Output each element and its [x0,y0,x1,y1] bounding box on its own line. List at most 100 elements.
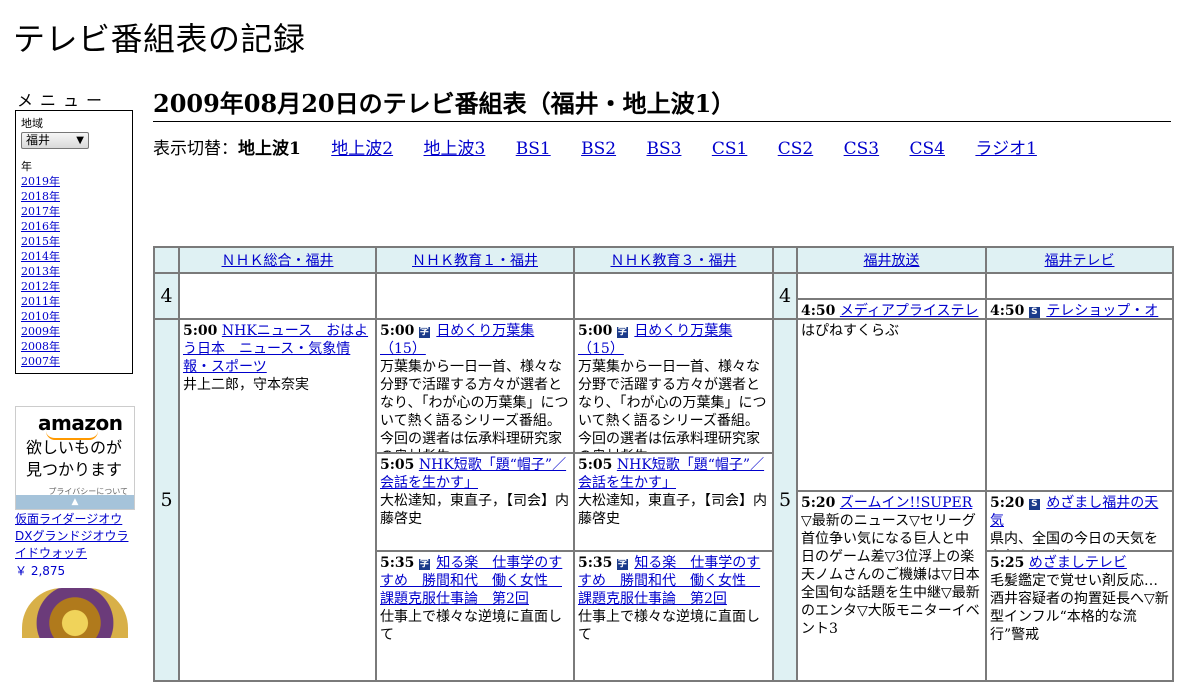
page-title: 2009年08月20日のテレビ番組表（福井・地上波1） [153,84,1171,122]
program-slot: 5:00 字 日めくり万葉集（15） 万葉集から一日一首、様々な分野で活躍する方… [575,320,772,454]
year-link[interactable]: 2009年 [21,325,60,338]
year-link[interactable]: 2018年 [21,190,60,203]
channel-header: ＮＨＫ総合・福井 [178,246,377,274]
program-desc: はぴねすくらぶ [801,323,899,339]
program-time: 5:25 [990,555,1025,571]
program-slot: 5:05 NHK短歌「題“帽子”／会話を生かす」 大松達知，東直子，【司会】内藤… [377,454,573,552]
year-link[interactable]: 2013年 [21,265,60,278]
program-slot: 5:05 NHK短歌「題“帽子”／会話を生かす」 大松達知，東直子，【司会】内藤… [575,454,772,552]
channel-header: 福井放送 [796,246,987,274]
channel-switcher: 表示切替：地上波1 地上波2 地上波3 BS1 BS2 BS3 CS1 CS2 … [153,134,1062,159]
year-link[interactable]: 2012年 [21,280,60,293]
ad-tagline-line2: 見つかります [26,460,123,479]
program-desc: 万葉集から一日一首、様々な分野で活躍する方々が選者となり、「わが心の万葉集」につ… [578,359,767,452]
hour-cell: 5 [153,318,180,682]
channel-link[interactable]: ＮＨＫ教育３・福井 [611,253,737,269]
hour-row: 4 4 4:50 メディアプライステレビショッピング 4:50 S テレショップ… [153,272,1174,320]
channel-header-row: ＮＨＫ総合・福井 ＮＨＫ教育１・福井 ＮＨＫ教育３・福井 福井放送 福井テレビ [153,246,1174,274]
program-slot: はぴねすくらぶ [798,320,985,492]
channel-link[interactable]: 福井放送 [864,253,920,269]
program-title[interactable]: めざましテレビ [1029,555,1127,571]
channel-link[interactable]: ＮＨＫ総合・福井 [222,253,334,269]
product-image[interactable] [22,588,128,638]
program-time: 5:05 [380,457,415,473]
switcher-link[interactable]: CS1 [712,139,747,159]
program-slot: 4:50 S テレショップ・オークローンワールドテレショップ [987,300,1172,318]
program-time: 4:50 [990,303,1025,318]
empty-slot [573,272,774,320]
switcher-link[interactable]: 地上波3 [423,139,485,159]
menu-label: メニュー [17,91,110,110]
year-link[interactable]: 2017年 [21,205,60,218]
switcher-link[interactable]: BS2 [581,139,616,159]
program-slot: 5:20 S めざまし福井の天気 県内、全国の今日の天気をお伝えします。 [987,492,1172,552]
program-time: 5:00 [183,323,218,339]
program-time: 5:35 [578,555,613,571]
program-time: 5:05 [578,457,613,473]
program-slot: 5:35 字 知る楽 仕事学のすすめ 勝間和代 働く女性 課題克服仕事論 第2回… [575,552,772,644]
site-title: テレビ番組表の記録 [13,20,306,58]
hour-cell: 5 [772,318,798,682]
year-link[interactable]: 2007年 [21,355,60,368]
program-time: 5:35 [380,555,415,571]
program-time: 4:50 [801,303,836,318]
channel-header: ＮＨＫ教育１・福井 [375,246,575,274]
channel-link[interactable]: ＮＨＫ教育１・福井 [412,253,538,269]
stereo-icon: S [1028,307,1040,318]
program-slot: 5:20 ズームイン!!SUPER ▽最新のニュース▽セリーグ首位争い気になる巨… [798,492,985,638]
region-select[interactable]: 福井 ▼ [21,132,89,149]
product-price: ￥ 2,875 [15,564,66,578]
year-label: 年 [21,160,32,173]
program-cell: 5:00 NHKニュース おはよう日本 ニュース・気象情報・スポーツ 井上二郎，… [178,318,377,682]
switcher-link[interactable]: BS3 [646,139,681,159]
channel-header: ＮＨＫ教育３・福井 [573,246,774,274]
program-cell: 5:00 字 日めくり万葉集（15） 万葉集から一日一首、様々な分野で活躍する方… [573,318,774,682]
program-desc: 県内、全国の今日の天気をお伝えします。 [990,531,1158,550]
program-cell: 5:00 字 日めくり万葉集（15） 万葉集から一日一首、様々な分野で活躍する方… [375,318,575,682]
program-desc: 大松達知，東直子，【司会】内藤啓史 [578,493,767,527]
program-slot: 5:35 字 知る楽 仕事学のすすめ 勝間和代 働く女性 課題克服仕事論 第2回… [377,552,573,644]
hour-header [153,246,180,274]
program-time: 5:20 [990,495,1025,511]
chevron-down-icon: ▼ [76,135,84,146]
year-link[interactable]: 2019年 [21,175,60,188]
ad-expand-bar[interactable]: ▲ [16,495,134,509]
program-desc: 毛髪鑑定で覚せい剤反応…酒井容疑者の拘置延長へ▽新型インフル“本格的な流行”警戒 [990,573,1169,643]
year-list: 2019年 2018年 2017年 2016年 2015年 2014年 2013… [21,174,132,369]
amazon-ad[interactable]: amazon 欲しいものが 見つかります プライバシーについて ▲ [15,406,135,510]
program-desc: 仕事上で様々な逆境に直面して [578,609,760,643]
hour-header [772,246,798,274]
program-title[interactable]: ズームイン!!SUPER [840,495,972,511]
year-link[interactable]: 2010年 [21,310,60,323]
hour-cell: 4 [153,272,180,320]
caption-icon: 字 [418,327,430,338]
caption-icon: 字 [616,559,628,570]
switcher-link[interactable]: CS4 [910,139,945,159]
program-cell: 4:50 メディアプライステレビショッピング [796,272,987,320]
menu-box: 地域 福井 ▼ 年 2019年 2018年 2017年 2016年 2015年 … [15,110,133,374]
year-link[interactable]: 2015年 [21,235,60,248]
ad-tagline: 欲しいものが 見つかります [26,437,122,481]
switcher-link[interactable]: CS2 [778,139,813,159]
year-link[interactable]: 2011年 [21,295,60,308]
hour-cell: 4 [772,272,798,320]
switcher-label: 表示切替： [153,139,238,159]
channel-link[interactable]: 福井テレビ [1045,253,1115,269]
switcher-link[interactable]: 地上波2 [331,139,393,159]
year-link[interactable]: 2016年 [21,220,60,233]
program-desc: 万葉集から一日一首、様々な分野で活躍する方々が選者となり、「わが心の万葉集」につ… [380,359,569,452]
switcher-link[interactable]: ラジオ1 [975,139,1036,159]
program-slot: 5:25 めざましテレビ 毛髪鑑定で覚せい剤反応…酒井容疑者の拘置延長へ▽新型イ… [987,552,1172,644]
year-link[interactable]: 2008年 [21,340,60,353]
program-time: 5:20 [801,495,836,511]
year-link[interactable]: 2014年 [21,250,60,263]
program-cell: 5:20 S めざまし福井の天気 県内、全国の今日の天気をお伝えします。 5:2… [985,318,1174,682]
ad-tagline-line1: 欲しいものが [26,438,123,457]
switcher-link[interactable]: BS1 [516,139,551,159]
switcher-link[interactable]: CS3 [844,139,879,159]
schedule-grid: ＮＨＫ総合・福井 ＮＨＫ教育１・福井 ＮＨＫ教育３・福井 福井放送 福井テレビ … [153,246,1174,682]
region-label: 地域 [21,117,43,130]
product-link[interactable]: 仮面ライダージオウ DXグランドジオウライドウォッチ [15,511,135,562]
caption-icon: 字 [418,559,430,570]
program-cell: はぴねすくらぶ 5:20 ズームイン!!SUPER ▽最新のニュース▽セリーグ首… [796,318,987,682]
